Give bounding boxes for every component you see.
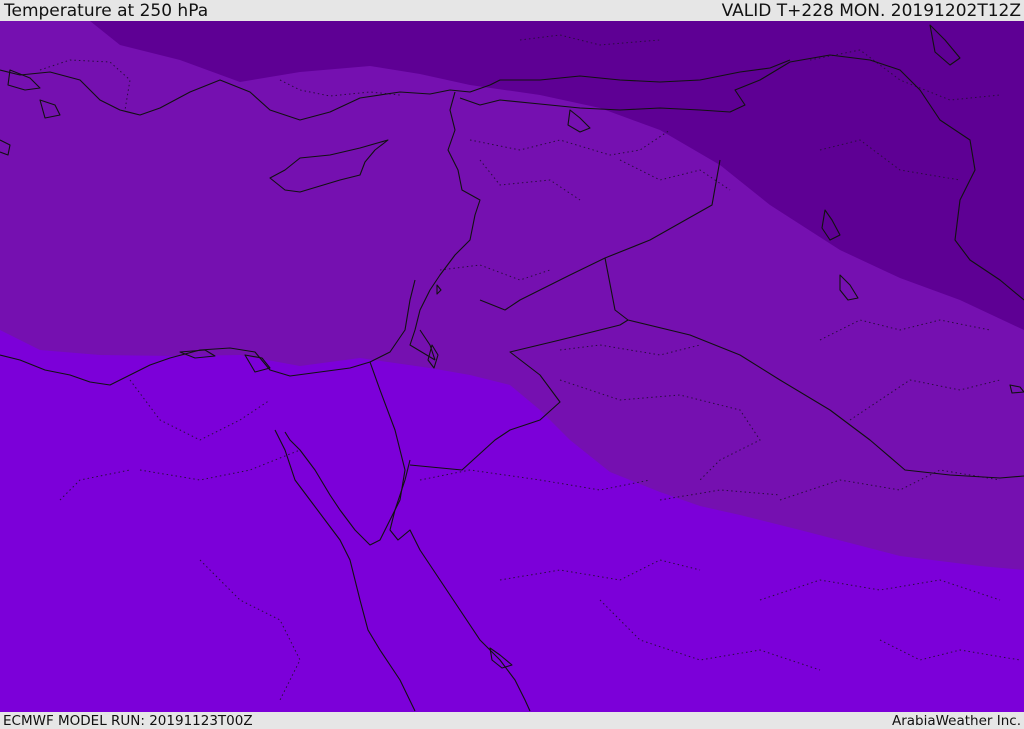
valid-time-label: VALID T+228 MON. 20191202T12Z [721,0,1021,21]
header-bar: Temperature at 250 hPa VALID T+228 MON. … [0,0,1024,21]
model-run-label: ECMWF MODEL RUN: 20191123T00Z [3,712,253,729]
temperature-map[interactable] [0,21,1024,712]
map-title: Temperature at 250 hPa [4,0,209,21]
footer-bar: ECMWF MODEL RUN: 20191123T00Z ArabiaWeat… [0,712,1024,729]
credit-label: ArabiaWeather Inc. [891,712,1021,729]
